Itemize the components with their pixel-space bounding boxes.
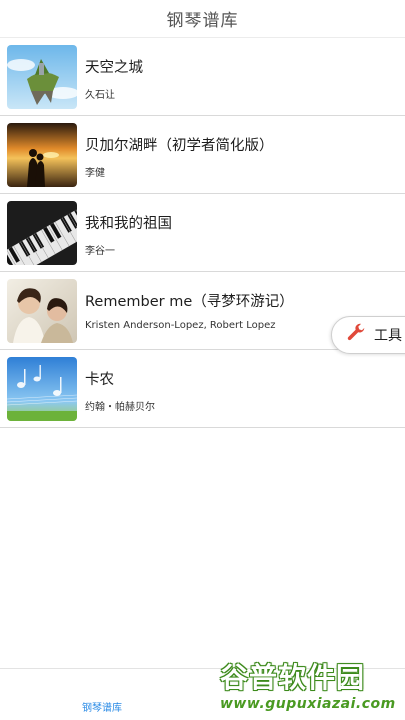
tools-button-label: 工具 [374,328,402,344]
piano-keys-thumbnail [7,201,77,265]
song-item-baikal-lakeside[interactable]: 贝加尔湖畔（初学者简化版） 李健 [0,116,405,194]
site-watermark: 谷普软件园 www.gupuxiazai.com [220,658,403,718]
song-artist: 久石让 [85,90,115,101]
watermark-url: www.gupuxiazai.com [220,696,396,712]
song-title: 天空之城 [85,60,143,76]
song-item-canon[interactable]: 卡农 约翰・帕赫贝尔 [0,350,405,428]
song-title: 贝加尔湖畔（初学者简化版） [85,138,274,154]
castle-in-the-sky-thumbnail [7,45,77,109]
page-title: 钢琴谱库 [166,11,239,31]
song-item-my-motherland[interactable]: 我和我的祖国 李谷一 [0,194,405,272]
lake-sunset-thumbnail [7,123,77,187]
wrench-icon [345,322,367,348]
tab-piano-library[interactable]: 钢琴谱库 [60,699,144,714]
watermark-logo-text: 谷普软件园 [220,661,366,694]
song-artist: 李健 [85,168,105,179]
song-artist: 李谷一 [85,246,115,257]
song-item-castle-in-the-sky[interactable]: 天空之城 久石让 [0,38,405,116]
song-title: Remember me（寻梦环游记） [85,294,294,310]
song-title: 我和我的祖国 [85,216,172,232]
watermark-logo: 谷普软件园 [220,658,403,694]
couple-portrait-thumbnail [7,279,77,343]
song-artist: 约翰・帕赫贝尔 [85,402,155,413]
canon-music-notes-thumbnail [7,357,77,421]
tools-button[interactable]: 工具 [331,316,405,354]
song-title: 卡农 [85,372,114,388]
song-artist: Kristen Anderson-Lopez, Robert Lopez [85,320,276,331]
app-header: 钢琴谱库 [0,0,405,38]
song-list: 天空之城 久石让 贝加尔湖畔（初学者简化版） 李健 我和我的祖国 李谷一 Rem… [0,38,405,428]
